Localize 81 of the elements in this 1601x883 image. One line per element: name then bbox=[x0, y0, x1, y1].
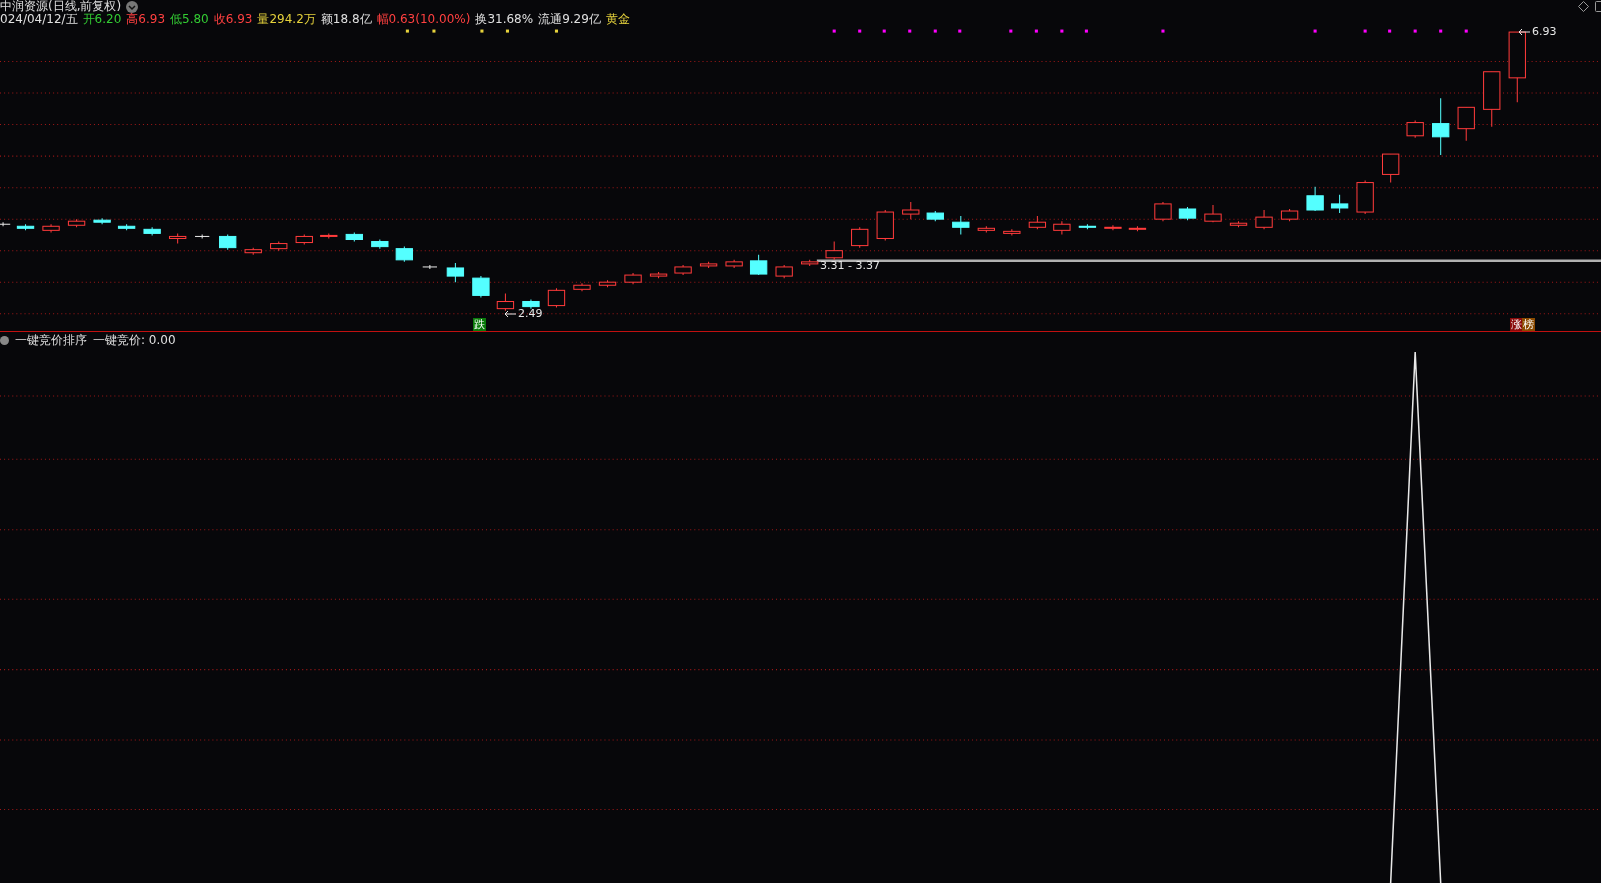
candle bbox=[1028, 215, 1047, 230]
candle bbox=[446, 262, 465, 283]
candle bbox=[1154, 201, 1172, 222]
candle bbox=[1483, 71, 1501, 128]
candle bbox=[345, 231, 363, 243]
signal-badge: 榜 bbox=[1522, 318, 1535, 331]
candle bbox=[902, 201, 920, 220]
price-label: 3.31 - 3.37 bbox=[820, 259, 880, 272]
candle bbox=[1432, 97, 1450, 156]
candle bbox=[1306, 186, 1324, 212]
indicator-name: 一键竞价排序 bbox=[15, 331, 87, 349]
candle bbox=[598, 279, 617, 288]
quote-item: 高6.93 bbox=[126, 13, 165, 26]
quote-item: 开6.20 bbox=[82, 13, 122, 26]
quote-item: 量294.2万 bbox=[257, 13, 316, 26]
arrow-icon bbox=[1517, 27, 1531, 36]
candle bbox=[93, 217, 111, 225]
quote-item: 换31.68% bbox=[475, 13, 534, 26]
quote-item: 额18.8亿 bbox=[320, 13, 372, 26]
candle bbox=[801, 259, 819, 267]
quote-item: 流通9.29亿 bbox=[538, 13, 601, 26]
candle bbox=[1406, 120, 1424, 139]
arrow-icon bbox=[503, 309, 517, 318]
candle bbox=[1003, 228, 1021, 236]
date-text: 024/04/12/五 bbox=[0, 13, 78, 26]
candle bbox=[1382, 153, 1400, 184]
candle bbox=[876, 209, 894, 241]
candle bbox=[674, 264, 692, 276]
candle bbox=[1053, 220, 1071, 235]
candle bbox=[699, 261, 718, 269]
chart-title: 中润资源(日线,前复权) bbox=[0, 0, 122, 13]
candle bbox=[1457, 106, 1475, 142]
diamond-icon[interactable] bbox=[1578, 1, 1589, 12]
candle bbox=[194, 233, 210, 239]
candle bbox=[624, 272, 642, 285]
candle bbox=[169, 232, 187, 245]
candle bbox=[775, 264, 793, 279]
circle-icon[interactable] bbox=[0, 335, 9, 345]
candle bbox=[573, 282, 591, 292]
price-label: 6.93 bbox=[1532, 25, 1557, 38]
candle bbox=[952, 215, 970, 235]
candle bbox=[977, 225, 995, 233]
indicator-reading: 一键竞价: 0.00 bbox=[93, 331, 176, 349]
quote-item: 低5.80 bbox=[170, 13, 209, 26]
candle bbox=[725, 259, 743, 269]
quote-item: 收6.93 bbox=[213, 13, 253, 26]
candle bbox=[16, 223, 35, 231]
candle bbox=[67, 218, 86, 228]
candle bbox=[749, 254, 768, 276]
candle bbox=[1330, 194, 1349, 214]
candle bbox=[244, 247, 262, 256]
candle bbox=[219, 233, 237, 251]
candle bbox=[371, 239, 389, 250]
candle bbox=[117, 223, 136, 231]
candle bbox=[143, 226, 161, 236]
candle bbox=[295, 233, 313, 246]
candle bbox=[472, 275, 490, 298]
candle bbox=[0, 221, 11, 227]
candle bbox=[1204, 204, 1222, 223]
candle bbox=[395, 246, 413, 263]
candle bbox=[926, 210, 944, 222]
candle bbox=[851, 226, 869, 249]
chevron-icon[interactable] bbox=[126, 0, 139, 13]
candle bbox=[270, 241, 288, 252]
candle bbox=[1255, 209, 1273, 230]
candle bbox=[547, 287, 566, 309]
candle bbox=[1508, 31, 1526, 103]
price-label: 2.49 bbox=[518, 307, 543, 320]
candle bbox=[1280, 208, 1299, 222]
candle bbox=[825, 241, 843, 261]
candle bbox=[496, 292, 515, 312]
quote-item: 幅0.63(10.00%) bbox=[376, 13, 471, 26]
candle bbox=[42, 223, 60, 233]
candle bbox=[1229, 220, 1248, 228]
candle bbox=[422, 264, 438, 270]
candle bbox=[1356, 180, 1374, 215]
candle bbox=[1178, 206, 1197, 221]
signal-badge: 跌 bbox=[473, 318, 486, 331]
sector-tag: 黄金 bbox=[605, 13, 630, 26]
candle bbox=[649, 271, 668, 279]
candle bbox=[522, 298, 540, 310]
